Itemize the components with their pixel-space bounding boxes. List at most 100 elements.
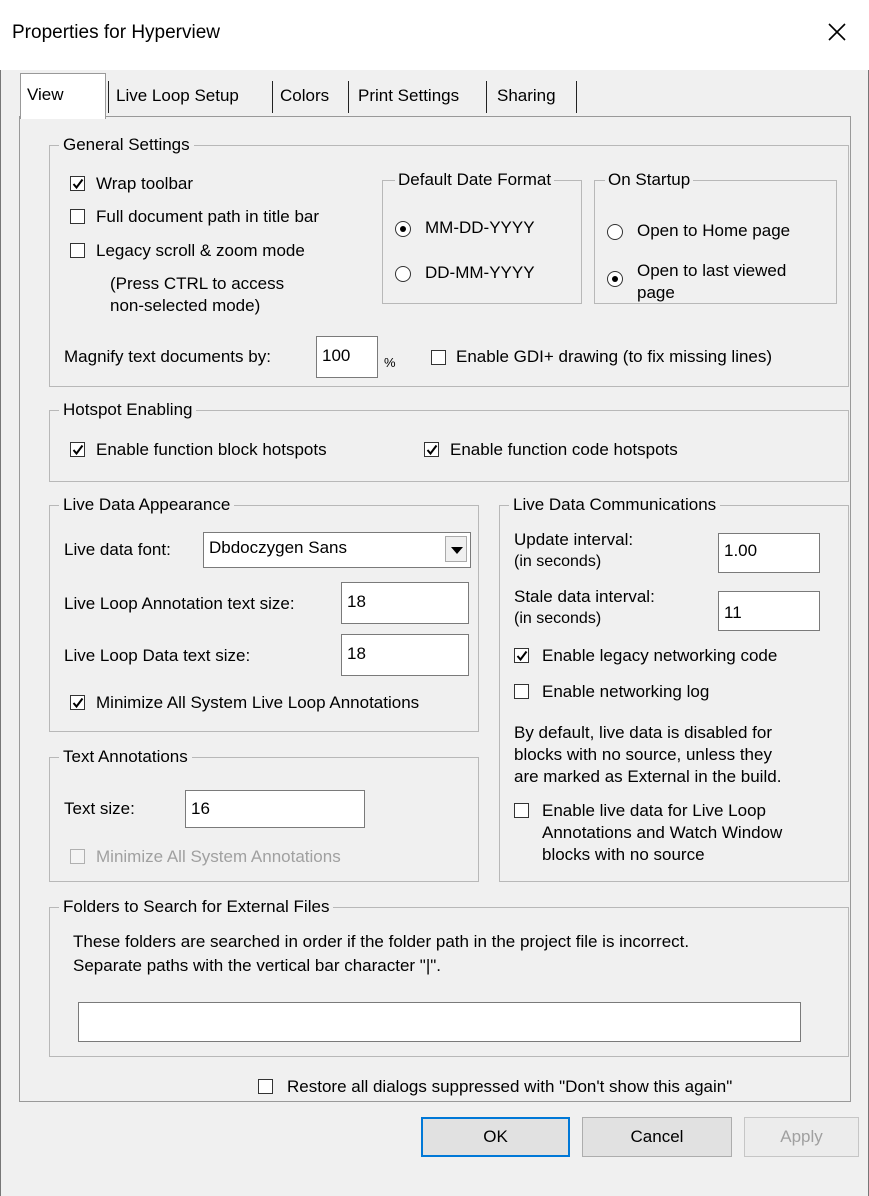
- folders-search-title: Folders to Search for External Files: [59, 896, 334, 918]
- tab-separator: [272, 81, 273, 113]
- tab-view[interactable]: View: [20, 73, 106, 119]
- cancel-button[interactable]: Cancel: [582, 1117, 732, 1157]
- legacy-scroll-checkbox[interactable]: [70, 243, 85, 258]
- on-startup-title: On Startup: [605, 169, 694, 191]
- enable-live-data-checkbox[interactable]: [514, 803, 529, 818]
- radio-selected-dot: [400, 226, 406, 232]
- date-format-group: Default Date Format MM-DD-YYYY DD-MM-YYY…: [382, 169, 582, 304]
- gdi-drawing-label: Enable GDI+ drawing (to fix missing line…: [456, 347, 773, 366]
- title-bar: Properties for Hyperview: [0, 0, 869, 70]
- legacy-note-line-1: (Press CTRL to access: [110, 274, 285, 293]
- folders-desc-line-2: Separate paths with the vertical bar cha…: [73, 956, 441, 975]
- enable-live-data-line-1: Enable live data for Live Loop: [542, 801, 766, 820]
- date-mmddyyyy-radio[interactable]: [395, 221, 411, 237]
- checkmark-icon: [426, 444, 438, 456]
- enable-live-data-line-2: Annotations and Watch Window: [542, 823, 783, 842]
- text-size-label: Text size:: [64, 799, 135, 818]
- stale-interval-label-2: (in seconds): [514, 610, 602, 627]
- live-info-line-3: are marked as External in the build.: [514, 767, 782, 786]
- magnify-label: Magnify text documents by:: [64, 347, 271, 366]
- restore-dialogs-label: Restore all dialogs suppressed with "Don…: [287, 1077, 733, 1096]
- date-format-title: Default Date Format: [395, 169, 555, 191]
- window-border-left: [0, 70, 1, 1196]
- block-hotspots-label: Enable function block hotspots: [96, 440, 327, 459]
- data-size-input[interactable]: 18: [341, 634, 469, 676]
- live-data-appearance-title: Live Data Appearance: [59, 494, 235, 516]
- live-info-line-1: By default, live data is disabled for: [514, 723, 772, 742]
- apply-button[interactable]: Apply: [744, 1117, 859, 1157]
- tab-print-settings-label: Print Settings: [358, 86, 460, 105]
- general-settings-group: General Settings Wrap toolbar Full docum…: [49, 134, 849, 387]
- chevron-down-icon: [451, 547, 463, 554]
- date-ddmmyyyy-label: DD-MM-YYYY: [425, 263, 535, 282]
- close-icon: [828, 23, 846, 41]
- hotspot-enabling-title: Hotspot Enabling: [59, 399, 197, 421]
- live-data-comm-group: Live Data Communications Update interval…: [499, 494, 849, 882]
- block-hotspots-checkbox[interactable]: [70, 442, 85, 457]
- view-tab-panel: General Settings Wrap toolbar Full docum…: [19, 116, 851, 1102]
- folders-desc-line-1: These folders are searched in order if t…: [73, 932, 690, 951]
- tab-colors[interactable]: Colors: [274, 77, 335, 115]
- live-data-appearance-group: Live Data Appearance Live data font: Dbd…: [49, 494, 479, 732]
- legacy-note-line-2: non-selected mode): [110, 296, 261, 315]
- code-hotspots-checkbox[interactable]: [424, 442, 439, 457]
- update-interval-input[interactable]: 1.00: [718, 533, 820, 573]
- checkmark-icon: [72, 697, 84, 709]
- tab-separator: [576, 81, 577, 113]
- networking-log-checkbox[interactable]: [514, 684, 529, 699]
- magnify-input[interactable]: 100: [316, 336, 378, 378]
- tab-separator: [486, 81, 487, 113]
- folder-paths-input[interactable]: [78, 1002, 801, 1042]
- full-path-label: Full document path in title bar: [96, 207, 320, 226]
- annotation-size-label: Live Loop Annotation text size:: [64, 594, 295, 613]
- update-interval-label-1: Update interval:: [514, 530, 634, 549]
- tab-view-label: View: [27, 85, 64, 104]
- tab-live-loop-setup[interactable]: Live Loop Setup: [110, 77, 245, 115]
- window-title: Properties for Hyperview: [12, 22, 221, 43]
- tab-print-settings[interactable]: Print Settings: [352, 77, 465, 115]
- checkmark-icon: [516, 650, 528, 662]
- live-data-font-label: Live data font:: [64, 540, 171, 559]
- startup-home-label: Open to Home page: [637, 221, 791, 240]
- live-data-font-select[interactable]: Dbdoczygen Sans: [203, 532, 471, 568]
- properties-dialog: Properties for Hyperview View Live Loop …: [0, 0, 869, 1196]
- legacy-scroll-label: Legacy scroll & zoom mode: [96, 241, 305, 260]
- full-path-checkbox[interactable]: [70, 209, 85, 224]
- hotspot-enabling-group: Hotspot Enabling Enable function block h…: [49, 399, 849, 482]
- enable-live-data-line-3: blocks with no source: [542, 845, 705, 864]
- tab-sharing-label: Sharing: [497, 86, 556, 105]
- checkmark-icon: [72, 444, 84, 456]
- live-data-comm-title: Live Data Communications: [509, 494, 721, 516]
- tab-sharing[interactable]: Sharing: [491, 77, 562, 115]
- date-mmddyyyy-label: MM-DD-YYYY: [425, 218, 535, 237]
- restore-dialogs-checkbox[interactable]: [258, 1079, 273, 1094]
- gdi-drawing-checkbox[interactable]: [431, 350, 446, 365]
- minimize-annotations-label: Minimize All System Annotations: [96, 847, 341, 866]
- dropdown-arrow[interactable]: [445, 536, 467, 562]
- minimize-annotations-checkbox[interactable]: [70, 849, 85, 864]
- wrap-toolbar-checkbox[interactable]: [70, 176, 85, 191]
- startup-last-label-line-2: page: [637, 283, 675, 302]
- startup-last-radio[interactable]: [607, 271, 623, 287]
- update-interval-label-2: (in seconds): [514, 553, 602, 570]
- legacy-networking-label: Enable legacy networking code: [542, 646, 778, 665]
- radio-selected-dot: [612, 276, 618, 282]
- startup-home-radio[interactable]: [607, 224, 623, 240]
- folders-search-group: Folders to Search for External Files The…: [49, 896, 849, 1057]
- tab-separator: [348, 81, 349, 113]
- text-annotations-title: Text Annotations: [59, 746, 192, 768]
- stale-interval-input[interactable]: 11: [718, 591, 820, 631]
- legacy-networking-checkbox[interactable]: [514, 648, 529, 663]
- minimize-live-annotations-checkbox[interactable]: [70, 695, 85, 710]
- live-data-font-value: Dbdoczygen Sans: [209, 538, 347, 557]
- tab-live-loop-setup-label: Live Loop Setup: [116, 86, 239, 105]
- startup-last-label-line-1: Open to last viewed: [637, 261, 787, 280]
- live-info-line-2: blocks with no source, unless they: [514, 745, 772, 764]
- annotation-size-input[interactable]: 18: [341, 582, 469, 624]
- ok-button[interactable]: OK: [421, 1117, 570, 1157]
- date-ddmmyyyy-radio[interactable]: [395, 266, 411, 282]
- close-button[interactable]: [817, 12, 857, 52]
- data-size-label: Live Loop Data text size:: [64, 646, 251, 665]
- checkmark-icon: [72, 178, 84, 190]
- text-size-input[interactable]: 16: [185, 790, 365, 828]
